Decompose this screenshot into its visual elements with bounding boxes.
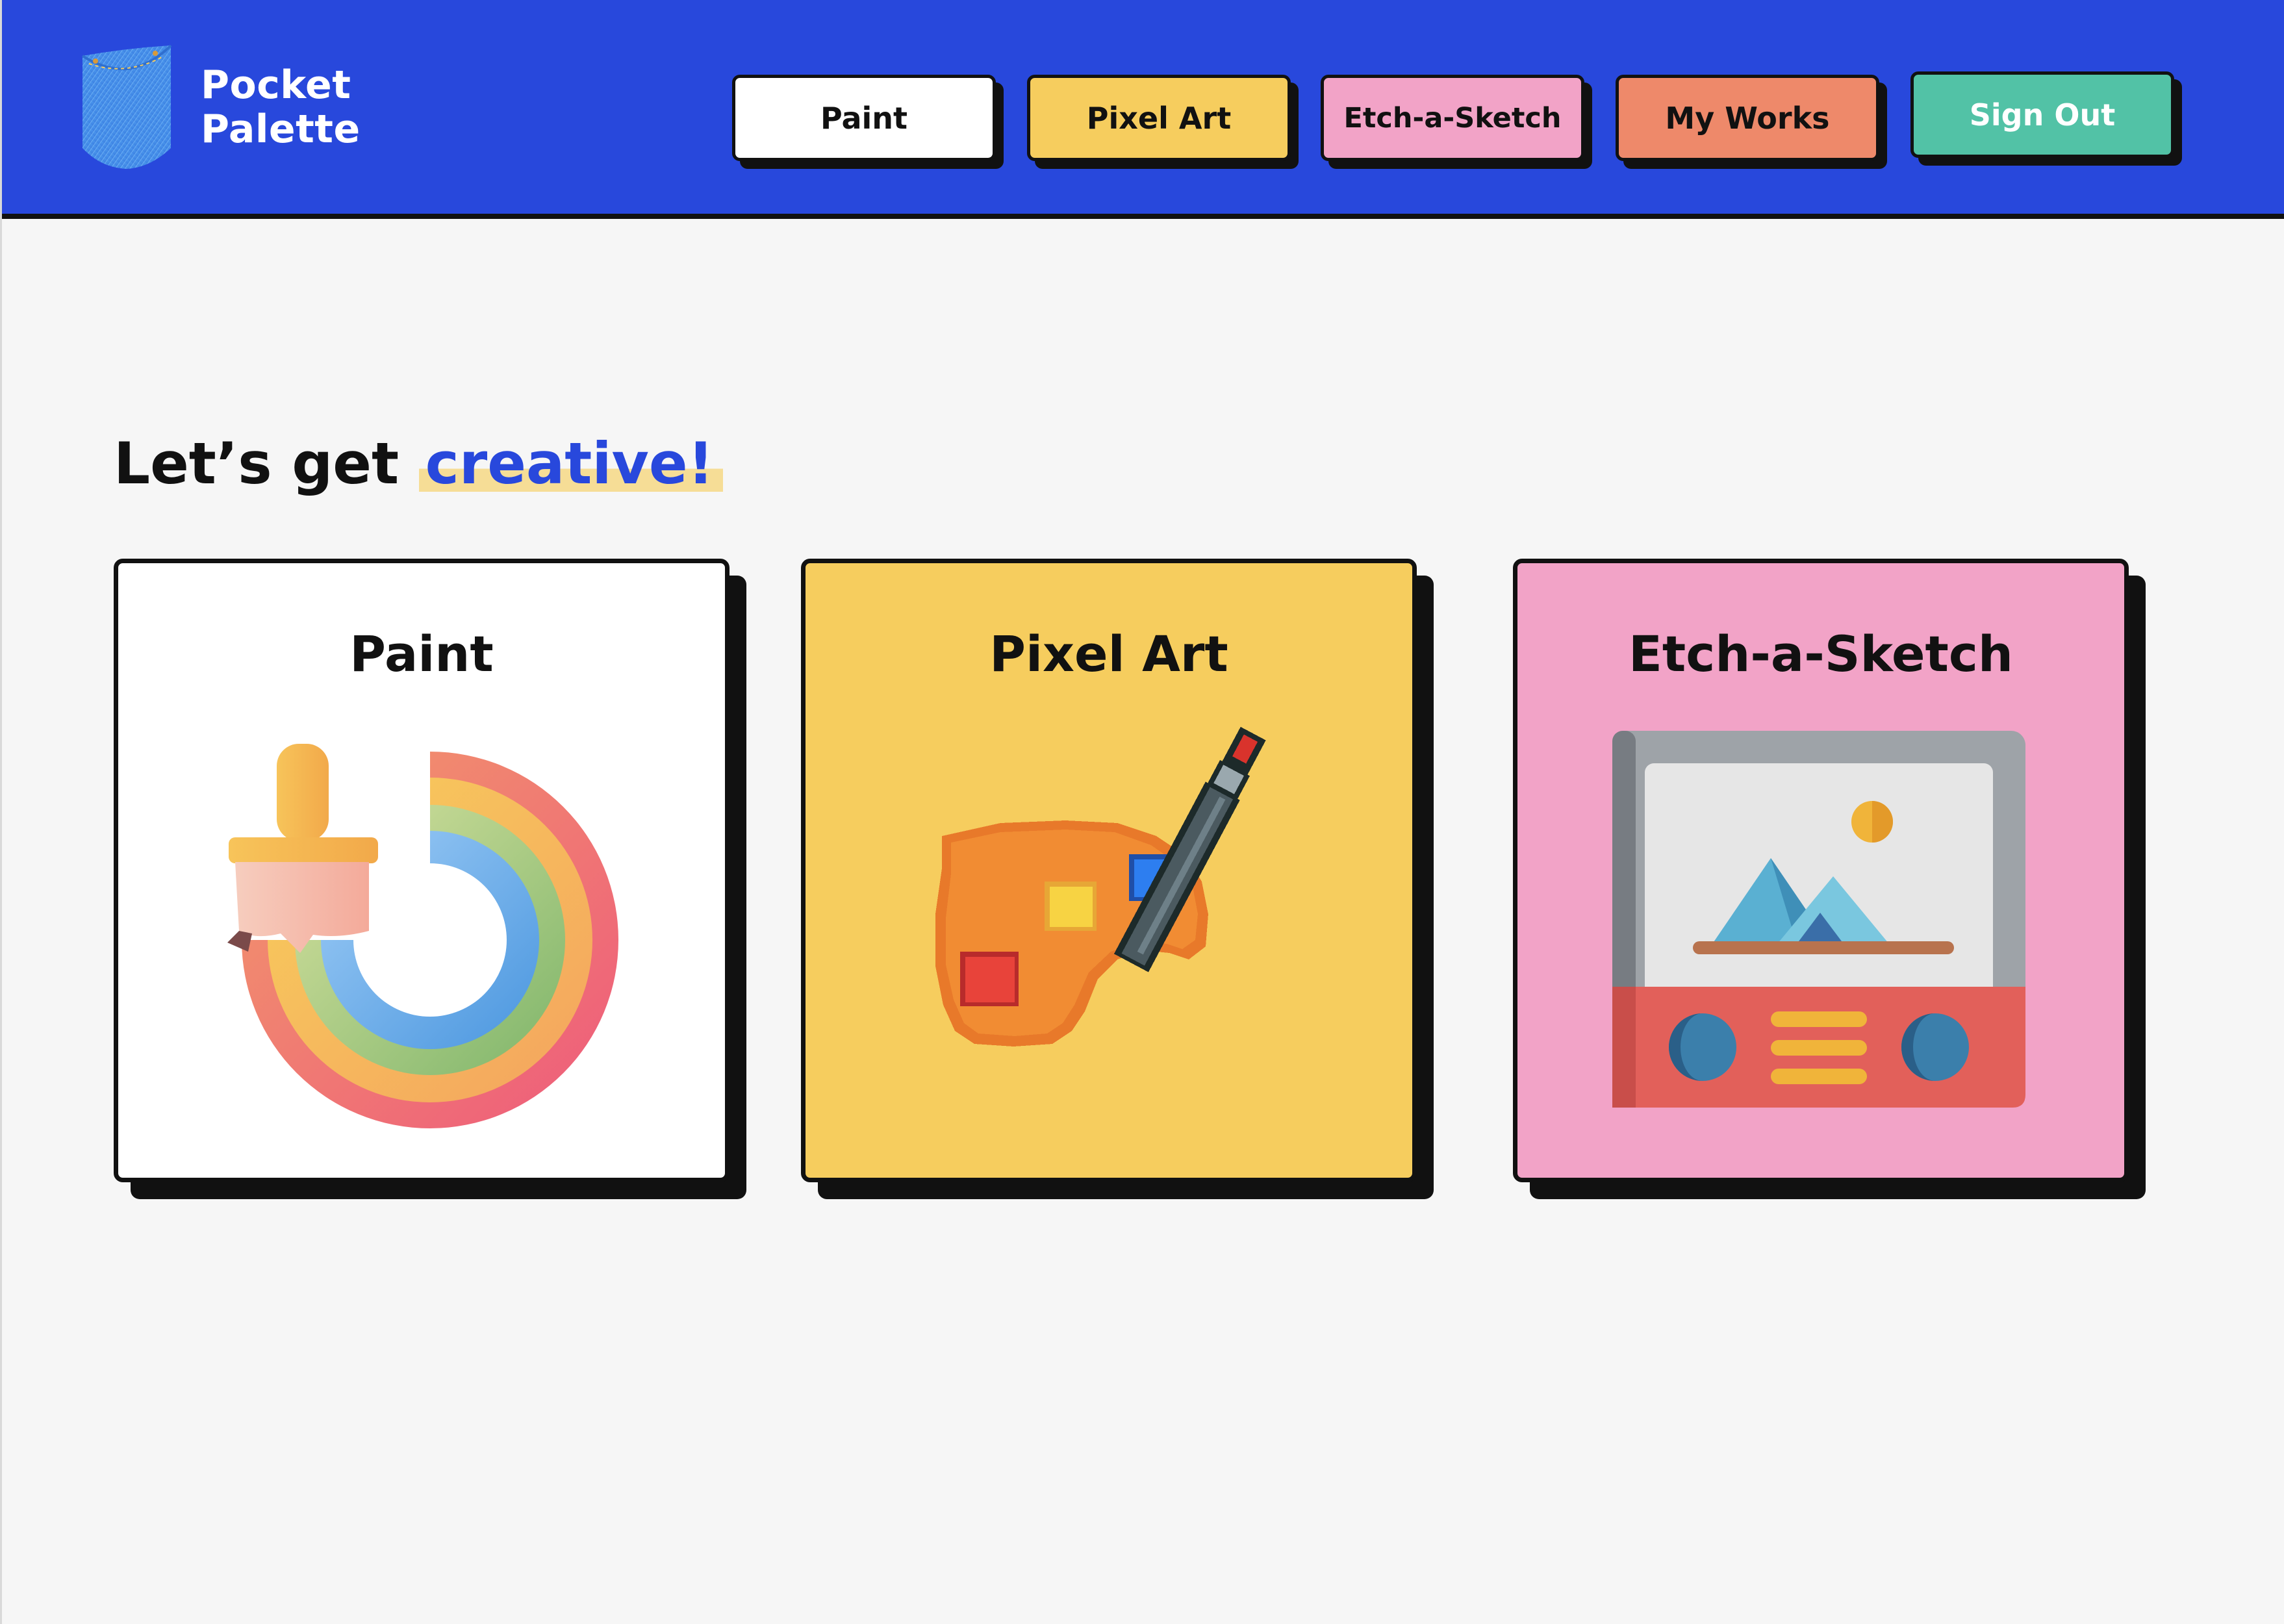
etch-a-sketch-icon bbox=[1612, 731, 2025, 1108]
sign-out-button[interactable]: Sign Out bbox=[1910, 71, 2174, 158]
page-title-prefix: Let’s get bbox=[114, 430, 419, 497]
pixel-art-card[interactable]: Pixel Art bbox=[801, 559, 1417, 1182]
brand-name-line-1: Pocket bbox=[201, 62, 351, 108]
nav-pixel-art-button[interactable]: Pixel Art bbox=[1027, 75, 1291, 161]
paintbrush-rainbow-icon bbox=[227, 744, 618, 1128]
brand-name: Pocket Palette bbox=[201, 63, 361, 151]
nav-paint-button[interactable]: Paint bbox=[732, 75, 996, 161]
pocket-icon bbox=[81, 44, 172, 169]
paint-card[interactable]: Paint bbox=[114, 559, 730, 1182]
brand-logo[interactable]: Pocket Palette bbox=[79, 44, 361, 170]
page-title: Let’s get creative! bbox=[114, 430, 723, 497]
etch-a-sketch-card[interactable]: Etch-a-Sketch bbox=[1513, 559, 2129, 1182]
nav-my-works-button[interactable]: My Works bbox=[1616, 75, 1879, 161]
page-title-accent: creative! bbox=[418, 430, 723, 497]
nav-etch-a-sketch-button[interactable]: Etch-a-Sketch bbox=[1321, 75, 1584, 161]
top-navigation-bar: Pocket Palette Paint Pixel Art Etch-a-Sk… bbox=[2, 0, 2284, 219]
brand-name-line-2: Palette bbox=[201, 107, 361, 152]
pixel-palette-icon bbox=[935, 726, 1266, 1047]
